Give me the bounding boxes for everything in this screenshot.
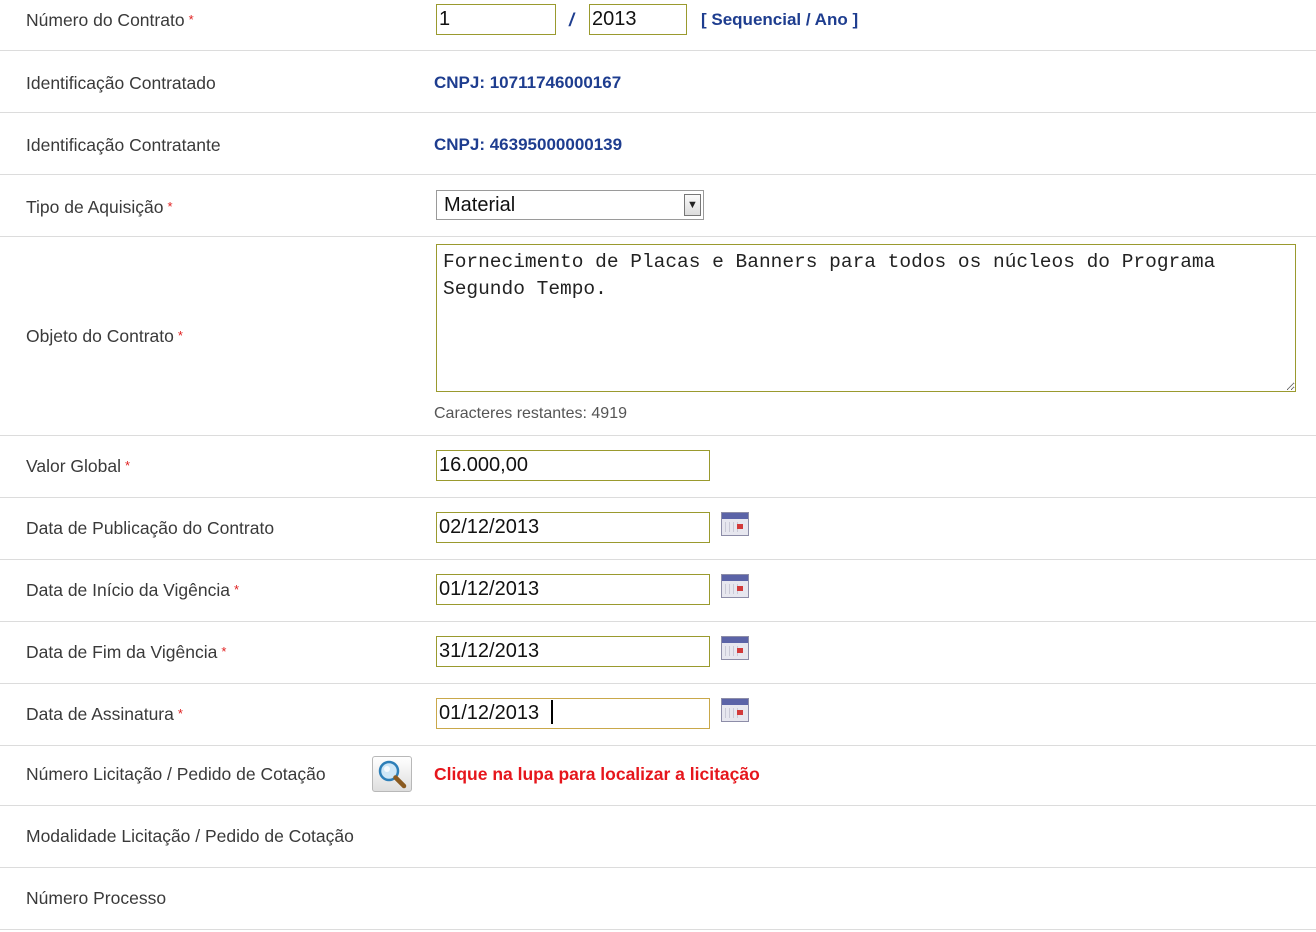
data-assinatura-input[interactable]	[436, 698, 710, 729]
row-data-fim: Data de Fim da Vigência *	[0, 622, 1316, 684]
label-data-inicio: Data de Início da Vigência *	[26, 580, 240, 600]
row-numero-contrato: Número do Contrato* / [ Sequencial / Ano…	[0, 0, 1316, 51]
cnpj-contratado: CNPJ: 10711746000167	[434, 73, 622, 92]
licitacao-hint: Clique na lupa para localizar a licitaçã…	[434, 764, 760, 784]
required-marker: *	[167, 199, 173, 214]
data-fim-input[interactable]	[436, 636, 710, 667]
contrato-sequencial-input[interactable]	[436, 4, 556, 35]
required-marker: *	[188, 12, 194, 27]
data-publicacao-input[interactable]	[436, 512, 710, 543]
valor-global-input[interactable]	[436, 450, 710, 481]
calendar-icon[interactable]	[721, 698, 749, 722]
calendar-icon[interactable]	[721, 574, 749, 598]
separator: /	[569, 10, 575, 30]
contrato-ano-input[interactable]	[589, 4, 687, 35]
row-valor-global: Valor Global *	[0, 436, 1316, 498]
required-marker: *	[125, 458, 131, 473]
row-data-assinatura: Data de Assinatura *	[0, 684, 1316, 746]
tipo-aquisicao-selected: Material	[444, 194, 516, 216]
cnpj-contratante: CNPJ: 46395000000139	[434, 135, 623, 154]
calendar-icon[interactable]	[721, 636, 749, 660]
sequencial-ano-hint: [ Sequencial / Ano ]	[701, 10, 859, 29]
calendar-icon[interactable]	[721, 512, 749, 536]
label-id-contratado: Identificação Contratado	[26, 73, 216, 93]
objeto-textarea[interactable]	[436, 244, 1296, 392]
chevron-down-icon[interactable]: ▼	[684, 194, 701, 216]
label-numero-licitacao: Número Licitação / Pedido de Cotação	[26, 764, 326, 784]
label-id-contratante: Identificação Contratante	[26, 135, 221, 155]
label-data-assinatura: Data de Assinatura *	[26, 704, 183, 724]
label-objeto: Objeto do Contrato *	[26, 326, 183, 346]
label-data-fim: Data de Fim da Vigência *	[26, 642, 227, 662]
required-marker: *	[221, 644, 227, 659]
row-data-inicio: Data de Início da Vigência *	[0, 560, 1316, 622]
label-tipo-aquisicao: Tipo de Aquisição *	[26, 197, 173, 217]
label-numero-contrato: Número do Contrato *	[26, 10, 194, 30]
tipo-aquisicao-select[interactable]: Material ▼	[436, 190, 704, 220]
magnifier-icon[interactable]	[372, 756, 412, 792]
label-valor-global: Valor Global *	[26, 456, 131, 476]
required-marker: *	[177, 328, 183, 343]
label-modalidade: Modalidade Licitação / Pedido de Cotação	[26, 826, 354, 846]
row-modalidade: Modalidade Licitação / Pedido de Cotação	[0, 806, 1316, 868]
row-data-publicacao: Data de Publicação do Contrato	[0, 498, 1316, 560]
label-data-publicacao: Data de Publicação do Contrato	[26, 518, 275, 538]
caracteres-restantes: Caracteres restantes: 4919	[434, 405, 627, 422]
required-marker: *	[177, 706, 183, 721]
row-numero-processo: Número Processo	[0, 868, 1316, 930]
required-marker: *	[233, 582, 240, 597]
data-inicio-input[interactable]	[436, 574, 710, 605]
label-numero-processo: Número Processo	[26, 888, 167, 908]
row-id-contratante: Identificação Contratante CNPJ: 46395000…	[0, 113, 1316, 175]
text-caret	[551, 700, 553, 724]
row-id-contratado: Identificação Contratado CNPJ: 107117460…	[0, 51, 1316, 113]
